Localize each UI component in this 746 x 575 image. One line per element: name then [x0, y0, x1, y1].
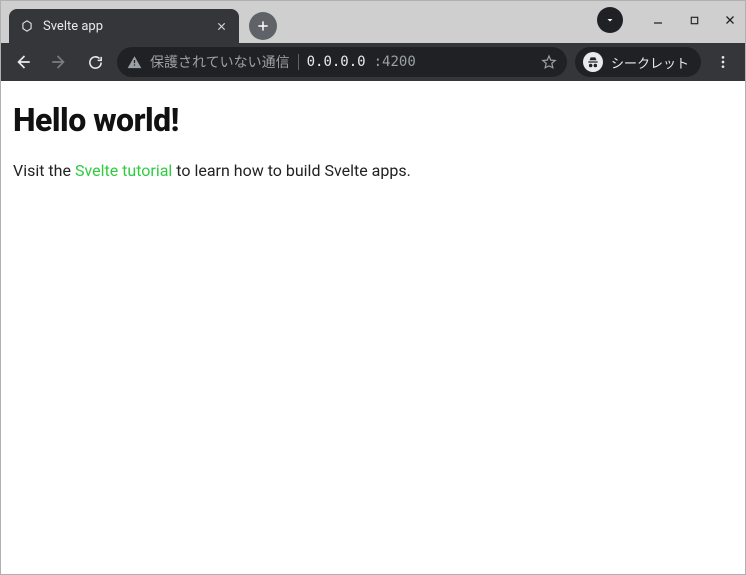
page-paragraph: Visit the Svelte tutorial to learn how t… [13, 161, 733, 180]
separator [298, 54, 299, 70]
not-secure-icon [127, 55, 142, 70]
bookmark-star-icon[interactable] [541, 54, 557, 70]
menu-button[interactable] [709, 48, 737, 76]
back-button[interactable] [9, 48, 37, 76]
tabs-dropdown-button[interactable] [597, 7, 623, 33]
incognito-label: シークレット [611, 53, 689, 72]
security-status-text: 保護されていない通信 [150, 52, 290, 72]
page-heading: Hello world! [13, 101, 733, 139]
tab-strip: Svelte app [1, 1, 745, 43]
svelte-tutorial-link[interactable]: Svelte tutorial [75, 161, 172, 180]
url-port: :4200 [374, 54, 416, 70]
incognito-badge[interactable]: シークレット [575, 47, 701, 77]
close-icon[interactable] [213, 18, 229, 34]
svelte-favicon-icon [19, 18, 35, 34]
minimize-button[interactable] [649, 11, 667, 29]
tab-title: Svelte app [43, 19, 205, 34]
url-host: 0.0.0.0 [307, 54, 366, 70]
toolbar: 保護されていない通信 0.0.0.0 :4200 シークレット [1, 43, 745, 81]
reload-button[interactable] [81, 48, 109, 76]
incognito-icon [583, 52, 603, 72]
new-tab-button[interactable] [249, 12, 277, 40]
text-before-link: Visit the [13, 161, 75, 180]
tab-active[interactable]: Svelte app [9, 9, 239, 43]
address-bar[interactable]: 保護されていない通信 0.0.0.0 :4200 [117, 47, 567, 77]
text-after-link: to learn how to build Svelte apps. [172, 161, 410, 180]
maximize-button[interactable] [685, 11, 703, 29]
window-close-button[interactable] [721, 11, 739, 29]
browser-window: Svelte app [0, 0, 746, 575]
forward-button[interactable] [45, 48, 73, 76]
window-controls [597, 7, 739, 33]
page-content: Hello world! Visit the Svelte tutorial t… [1, 81, 745, 574]
